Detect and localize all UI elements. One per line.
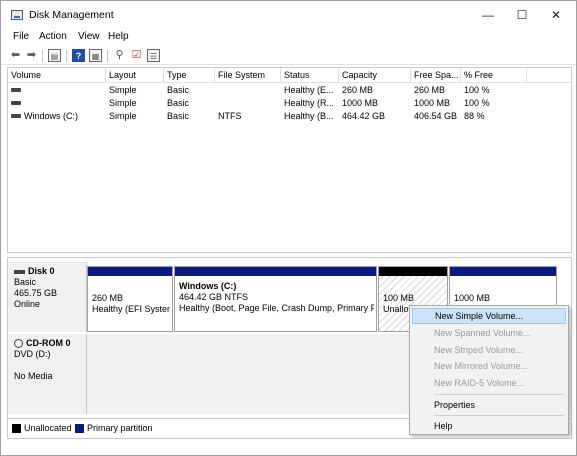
menu-separator: [434, 415, 564, 416]
partition-size: 464.42 GB NTFS: [179, 292, 249, 302]
close-button[interactable]: ✕: [539, 5, 573, 25]
partition-primary-bar: [450, 267, 556, 276]
disk-management-app-icon: [11, 10, 23, 20]
table-row[interactable]: Simple Basic Healthy (E... 260 MB 260 MB…: [8, 84, 571, 97]
cell-status: Healthy (E...: [284, 85, 334, 95]
cell-capacity: 260 MB: [342, 85, 374, 95]
window-title: Disk Management: [29, 9, 114, 21]
column-header-layout[interactable]: Layout: [109, 70, 136, 80]
menu-separator: [434, 394, 564, 395]
console-tree-icon[interactable]: ▤: [48, 49, 61, 62]
cdrom-0-name: CD-ROM 0: [26, 338, 71, 348]
disk-0-size: 465.75 GB: [14, 288, 58, 298]
partition-primary-bar: [88, 267, 172, 276]
menu-item-new-simple-volume[interactable]: New Simple Volume...: [412, 308, 566, 324]
disk-management-window: Disk Management — ☐ ✕ File Action View H…: [0, 0, 577, 456]
menu-file[interactable]: File: [13, 31, 29, 42]
maximize-button[interactable]: ☐: [505, 5, 539, 25]
cell-percent-free: 100 %: [464, 98, 490, 108]
partition-efi[interactable]: 260 MB Healthy (EFI System: [87, 266, 173, 332]
primary-partition-swatch: [75, 424, 84, 433]
minimize-button[interactable]: —: [471, 5, 505, 25]
title-bar: Disk Management — ☐ ✕: [1, 1, 576, 29]
cdrom-0-label[interactable]: CD-ROM 0 DVD (D:) No Media: [8, 334, 87, 414]
column-header-volume[interactable]: Volume: [11, 70, 41, 80]
cell-free-space: 260 MB: [414, 85, 446, 95]
menu-item-new-striped-volume: New Striped Volume...: [434, 345, 524, 355]
menu-action[interactable]: Action: [39, 31, 67, 42]
partition-size: 1000 MB: [454, 293, 491, 303]
column-header-capacity[interactable]: Capacity: [342, 70, 377, 80]
menu-item-new-mirrored-volume: New Mirrored Volume...: [434, 361, 529, 371]
legend-primary-partition: Primary partition: [87, 423, 153, 433]
cell-status: Healthy (B...: [284, 111, 334, 121]
partition-size: 100 MB: [383, 293, 415, 303]
menu-item-help[interactable]: Help: [412, 418, 566, 434]
toolbar: ⬅ ➡ ▤ ? ▦ ⚲ ☑ ☰: [1, 47, 576, 65]
connect-icon[interactable]: ⚲: [113, 49, 126, 62]
checkmark-icon[interactable]: ☑: [130, 49, 143, 62]
cell-status: Healthy (R...: [284, 98, 335, 108]
cell-capacity: 1000 MB: [342, 98, 379, 108]
partition-status: Healthy (Boot, Page File, Crash Dump, Pr…: [179, 303, 374, 313]
volume-list-header: Volume Layout Type File System Status Ca…: [8, 68, 571, 83]
cell-volume: Windows (C:): [24, 111, 79, 121]
drive-icon: [11, 101, 21, 105]
disk-icon: [14, 269, 25, 274]
column-header-free-space[interactable]: Free Spa...: [414, 70, 459, 80]
menu-item-new-raid5-volume: New RAID-5 Volume...: [434, 378, 525, 388]
cell-layout: Simple: [109, 111, 137, 121]
partition-size: 260 MB: [92, 293, 124, 303]
help-icon[interactable]: ?: [72, 49, 85, 62]
column-header-status[interactable]: Status: [284, 70, 310, 80]
cell-type: Basic: [167, 111, 190, 121]
cell-percent-free: 88 %: [464, 111, 485, 121]
disk-0-state: Online: [14, 299, 41, 309]
menu-bar: File Action View Help: [1, 29, 576, 47]
column-header-percent-free[interactable]: % Free: [464, 70, 493, 80]
cell-capacity: 464.42 GB: [342, 111, 386, 121]
partition-status: Healthy (EFI System: [92, 304, 170, 314]
cell-free-space: 406.54 GB: [414, 111, 458, 121]
cdrom-0-type: DVD (D:): [14, 349, 51, 359]
cell-type: Basic: [167, 85, 190, 95]
cell-file-system: NTFS: [218, 111, 242, 121]
column-header-file-system[interactable]: File System: [218, 70, 265, 80]
partition-unallocated-bar: [379, 267, 447, 276]
disk-0-label[interactable]: Disk 0 Basic 465.75 GB Online: [8, 262, 87, 332]
menu-help[interactable]: Help: [108, 31, 129, 42]
properties-icon[interactable]: ▦: [89, 49, 102, 62]
back-arrow-icon[interactable]: ⬅: [9, 49, 22, 62]
cell-percent-free: 100 %: [464, 85, 490, 95]
partition-name: Windows (C:): [179, 281, 237, 291]
list-icon[interactable]: ☰: [147, 49, 160, 62]
cdrom-icon: [14, 339, 23, 349]
column-header-type[interactable]: Type: [167, 70, 187, 80]
menu-item-new-spanned-volume: New Spanned Volume...: [434, 328, 531, 338]
volume-list: Volume Layout Type File System Status Ca…: [7, 67, 572, 253]
table-row[interactable]: Windows (C:) Simple Basic NTFS Healthy (…: [8, 110, 571, 123]
cell-layout: Simple: [109, 85, 137, 95]
cdrom-0-state: No Media: [14, 371, 53, 381]
menu-item-properties[interactable]: Properties: [412, 397, 566, 413]
unallocated-swatch: [12, 424, 21, 433]
table-row[interactable]: Simple Basic Healthy (R... 1000 MB 1000 …: [8, 97, 571, 110]
disk-0-name: Disk 0: [28, 266, 55, 276]
partition-primary-bar: [175, 267, 376, 276]
partition-windows-c[interactable]: Windows (C:) 464.42 GB NTFS Healthy (Boo…: [174, 266, 377, 332]
legend-unallocated: Unallocated: [24, 423, 72, 433]
cell-free-space: 1000 MB: [414, 98, 451, 108]
drive-icon: [11, 88, 21, 92]
forward-arrow-icon[interactable]: ➡: [25, 49, 38, 62]
cell-type: Basic: [167, 98, 190, 108]
menu-view[interactable]: View: [78, 31, 100, 42]
cell-layout: Simple: [109, 98, 137, 108]
drive-icon: [11, 114, 21, 118]
context-menu: New Simple Volume... New Spanned Volume.…: [409, 305, 569, 435]
disk-0-type: Basic: [14, 277, 37, 287]
